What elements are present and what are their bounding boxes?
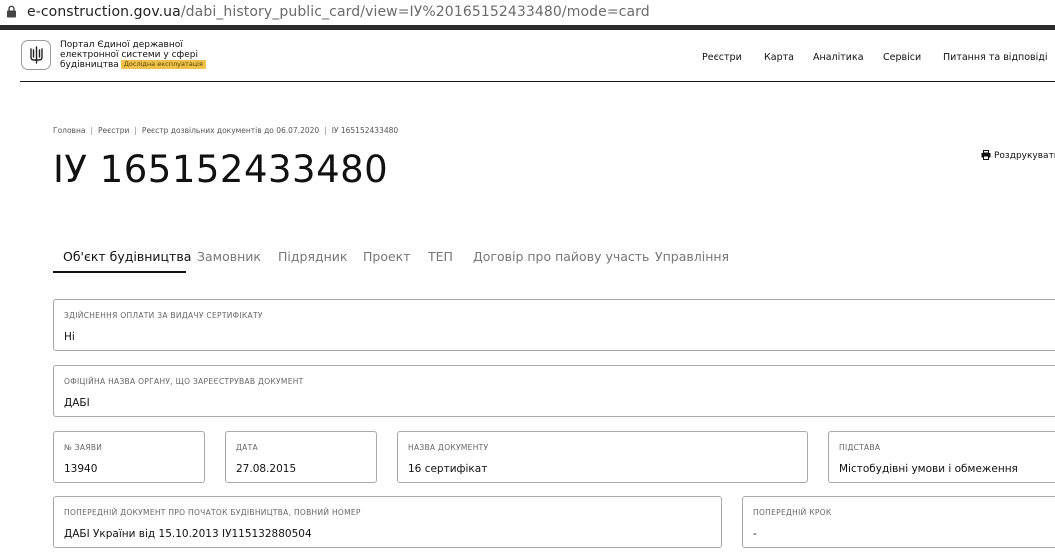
site-header: Портал Єдиної державної електронної сист… xyxy=(0,30,1055,82)
nav-services[interactable]: Сервіси xyxy=(883,52,921,63)
nav-faq[interactable]: Питання та відповіді xyxy=(943,52,1047,63)
tab-project[interactable]: Проект xyxy=(363,248,411,266)
brand-title[interactable]: Портал Єдиної державної електронної сист… xyxy=(60,40,206,70)
field-date-label: ДАТА xyxy=(236,443,258,452)
printer-icon xyxy=(981,150,991,160)
tab-construction-object[interactable]: Об'єкт будівництва xyxy=(63,248,191,266)
breadcrumb-registries[interactable]: Реєстри xyxy=(98,126,129,135)
browser-address-bar[interactable]: e-construction.gov.ua/dabi_history_publi… xyxy=(0,0,1055,26)
site-logo[interactable] xyxy=(21,40,51,70)
brand-line-3: будівництва xyxy=(60,60,119,70)
tab-management[interactable]: Управління xyxy=(655,248,729,266)
nav-analytics[interactable]: Аналітика xyxy=(813,52,864,63)
field-app-number: № ЗАЯВИ 13940 xyxy=(53,431,205,483)
nav-map[interactable]: Карта xyxy=(764,52,794,63)
url-text[interactable]: e-construction.gov.ua/dabi_history_publi… xyxy=(27,3,650,21)
field-basis-value: Містобудівні умови і обмеження xyxy=(839,463,1018,475)
field-basis-label: ПІДСТАВА xyxy=(839,443,881,452)
field-previous-step-label: ПОПЕРЕДНІЙ КРОК xyxy=(753,508,832,517)
breadcrumb: Головна | Реєстри | Реєстр дозвільних докуме… xyxy=(53,126,399,135)
field-date: ДАТА 27.08.2015 xyxy=(225,431,377,483)
field-authority: ОФІЦІЙНА НАЗВА ОРГАНУ, ЩО ЗАРЕЄСТРУВАВ Д… xyxy=(53,365,1055,417)
field-previous-step: ПОПЕРЕДНІЙ КРОК - xyxy=(742,496,1055,548)
nav-registries[interactable]: Реєстри xyxy=(702,52,742,63)
status-badge: Дослідна експлуатація xyxy=(120,60,206,69)
field-authority-label: ОФІЦІЙНА НАЗВА ОРГАНУ, ЩО ЗАРЕЄСТРУВАВ Д… xyxy=(64,377,304,386)
tab-tep[interactable]: ТЕП xyxy=(428,248,453,266)
field-payment-label: ЗДІЙСНЕННЯ ОПЛАТИ ЗА ВИДАЧУ СЕРТИФІКАТУ xyxy=(64,311,263,320)
print-button[interactable]: Роздрукувати xyxy=(981,150,1055,161)
breadcrumb-current: ІУ 165152433480 xyxy=(331,126,399,135)
field-basis: ПІДСТАВА Містобудівні умови і обмеження xyxy=(828,431,1055,483)
field-document-name-value: 16 сертифікат xyxy=(408,463,488,475)
tab-contractor[interactable]: Підрядник xyxy=(278,248,347,266)
field-document-name-label: НАЗВА ДОКУМЕНТУ xyxy=(408,443,489,452)
header-divider xyxy=(20,81,1055,82)
brand-line-2: електронної системи у сфері xyxy=(60,50,198,60)
field-document-name: НАЗВА ДОКУМЕНТУ 16 сертифікат xyxy=(397,431,808,483)
brand-line-1: Портал Єдиної державної xyxy=(60,40,183,50)
field-app-number-label: № ЗАЯВИ xyxy=(64,443,103,452)
print-label: Роздрукувати xyxy=(994,151,1055,161)
field-app-number-value: 13940 xyxy=(64,463,98,475)
field-date-value: 27.08.2015 xyxy=(236,463,297,475)
field-payment: ЗДІЙСНЕННЯ ОПЛАТИ ЗА ВИДАЧУ СЕРТИФІКАТУ … xyxy=(53,299,1055,351)
breadcrumb-register[interactable]: Реєстр дозвільних документів до 06.07.20… xyxy=(142,126,319,135)
active-tab-indicator xyxy=(53,271,186,273)
field-previous-step-value: - xyxy=(753,528,757,540)
trident-emblem-icon xyxy=(30,46,43,64)
url-domain: e-construction.gov.ua xyxy=(27,4,181,20)
tab-share-agreement[interactable]: Договір про пайову участь xyxy=(473,248,649,266)
url-path: /dabi_history_public_card/view=ІУ%201651… xyxy=(180,4,650,20)
field-previous-document: ПОПЕРЕДНІЙ ДОКУМЕНТ ПРО ПОЧАТОК БУДІВНИЦ… xyxy=(53,496,722,548)
lock-icon xyxy=(7,5,16,18)
field-previous-document-value: ДАБІ України від 15.10.2013 ІУ1151328805… xyxy=(64,528,312,540)
field-previous-document-label: ПОПЕРЕДНІЙ ДОКУМЕНТ ПРО ПОЧАТОК БУДІВНИЦ… xyxy=(64,508,361,517)
breadcrumb-home[interactable]: Головна xyxy=(53,126,85,135)
page-title: ІУ 165152433480 xyxy=(53,148,389,191)
field-authority-value: ДАБІ xyxy=(64,397,90,409)
tab-customer[interactable]: Замовник xyxy=(197,248,261,266)
field-payment-value: Ні xyxy=(64,331,75,343)
